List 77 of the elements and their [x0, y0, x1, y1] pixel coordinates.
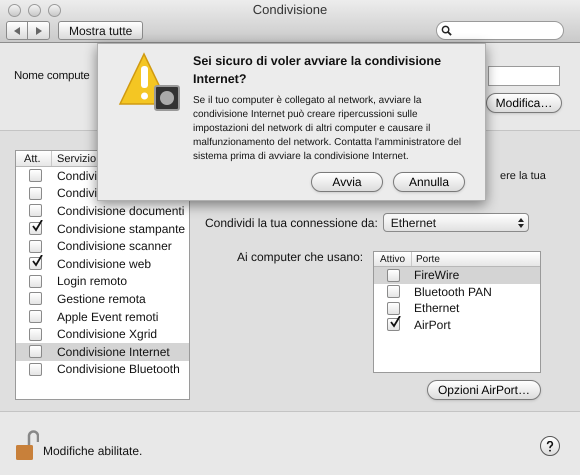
- port-name: FireWire: [413, 267, 460, 284]
- port-row[interactable]: Bluetooth PAN: [374, 284, 540, 300]
- ports-label: Ai computer che usano:: [237, 249, 364, 266]
- checkbox[interactable]: [29, 240, 42, 253]
- checkbox[interactable]: [387, 302, 400, 315]
- service-name: Condivisione Xgrid: [56, 326, 158, 344]
- padlock-icon[interactable]: [15, 430, 39, 462]
- service-name: Condivisione stampante: [56, 220, 186, 238]
- window-title: Condivisione: [252, 1, 328, 20]
- search-icon: [441, 25, 452, 36]
- column-header[interactable]: Servizio: [52, 151, 96, 166]
- checkbox[interactable]: [29, 328, 42, 341]
- service-name: Login remoto: [56, 273, 128, 290]
- service-name: Gestione remota: [56, 290, 146, 308]
- description-text: ere la tua: [500, 169, 546, 184]
- service-row[interactable]: Apple Event remoti: [16, 308, 189, 326]
- left-arrow-icon: [13, 26, 21, 34]
- service-row[interactable]: Condivisione documenti: [16, 202, 189, 220]
- service-row[interactable]: Condivisione scanner: [16, 237, 189, 255]
- port-name: Bluetooth PAN: [413, 284, 492, 301]
- port-name: AirPort: [413, 316, 451, 334]
- window-control[interactable]: [8, 4, 21, 16]
- search-field[interactable]: [436, 21, 564, 40]
- alert-title: Sei sicuro di voler avviare la condivisione Internet?: [193, 53, 442, 88]
- service-row[interactable]: Condivisione Xgrid: [16, 325, 189, 343]
- service-row[interactable]: Condivisione Internet: [16, 342, 189, 361]
- column-header[interactable]: Attivo: [374, 252, 412, 266]
- service-name: Condivisione documenti: [56, 202, 184, 220]
- warning-icon: [118, 52, 182, 112]
- alert-message: Se il tuo computer è collegato al network, avviare la condivisione Internet può creare ripercussioni sulle impostazioni del network di altri computer e causare il malfunzionamento del network. Contatta l'amministratore del sistema prima di avviare la condivisione Internet.: [193, 94, 462, 164]
- show-all-button[interactable]: Mostra tutte: [58, 21, 144, 40]
- alert-button[interactable]: Annulla: [393, 172, 465, 192]
- checkbox[interactable]: [29, 204, 42, 218]
- column-header[interactable]: Att.: [16, 151, 52, 166]
- share-from-label: Condividi la tua connessione da:: [205, 214, 378, 232]
- checkbox[interactable]: [29, 169, 42, 182]
- checkbox[interactable]: [29, 362, 42, 376]
- service-row[interactable]: Condivisione stampante: [16, 220, 189, 238]
- port-row[interactable]: Ethernet: [374, 300, 540, 316]
- port-row[interactable]: FireWire: [374, 267, 540, 284]
- help-button[interactable]: [540, 436, 560, 456]
- service-name: Condivisione scanner: [56, 238, 172, 256]
- computer-name-field[interactable]: [488, 66, 560, 86]
- checkbox[interactable]: [29, 292, 42, 306]
- dropdown-arrows-icon: [518, 218, 524, 228]
- column-header[interactable]: Porte: [412, 252, 440, 266]
- computer-name-label: Nome compute: [14, 69, 90, 84]
- service-row[interactable]: Gestione remota: [16, 290, 189, 308]
- checkbox[interactable]: [29, 345, 42, 358]
- checkbox[interactable]: [29, 310, 42, 324]
- edit-button[interactable]: Modifica…: [486, 93, 562, 113]
- service-name: Condivisione Internet: [56, 344, 170, 361]
- port-name: Ethernet: [413, 300, 460, 318]
- checkbox[interactable]: [29, 186, 42, 200]
- connection-dropdown[interactable]: Ethernet: [382, 213, 529, 232]
- window-control[interactable]: [48, 4, 61, 16]
- checkbox[interactable]: [387, 285, 400, 298]
- airport-options-button[interactable]: Opzioni AirPort…: [427, 380, 541, 400]
- alert-button[interactable]: Avvia: [311, 172, 383, 192]
- lock-status-text: Modifiche abilitate.: [43, 443, 142, 460]
- checkbox[interactable]: [387, 318, 400, 332]
- port-row[interactable]: AirPort: [374, 316, 540, 333]
- service-name: Condivi: [56, 185, 98, 202]
- service-name: Condivi: [56, 168, 98, 185]
- service-row[interactable]: Condivisione Bluetooth: [16, 360, 189, 378]
- service-name: Condivisione Bluetooth: [56, 361, 180, 378]
- checkbox[interactable]: [387, 268, 400, 282]
- checkbox[interactable]: [29, 222, 42, 236]
- checkbox[interactable]: [29, 257, 42, 270]
- window-control[interactable]: [28, 4, 41, 16]
- service-row[interactable]: Condivisione web: [16, 254, 189, 273]
- checkbox[interactable]: [29, 274, 42, 288]
- right-arrow-icon: [34, 26, 42, 34]
- service-name: Condivisione web: [56, 256, 152, 273]
- question-mark-icon: [546, 440, 554, 452]
- service-row[interactable]: Login remoto: [16, 272, 189, 290]
- service-name: Apple Event remoti: [56, 308, 158, 326]
